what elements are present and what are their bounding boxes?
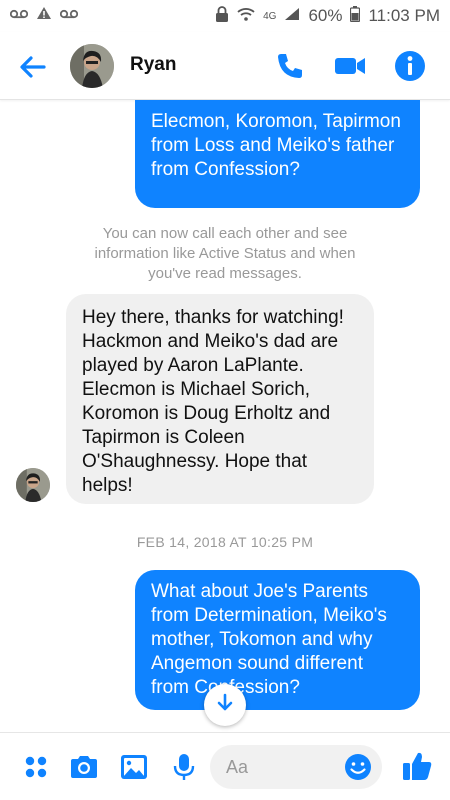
arrow-down-icon [214,692,236,719]
message-input-container[interactable] [210,745,382,789]
battery-level: 60% [308,6,343,25]
camera-icon[interactable] [68,751,100,783]
status-bar: 4G 60% 11:03 PM [0,0,450,32]
message-text: Elecmon, Koromon, Tapirmon from Loss and… [151,111,401,180]
outgoing-message-bubble[interactable]: What about Joe's Parents from Determinat… [135,570,420,710]
microphone-icon[interactable] [168,751,200,783]
status-bar-system: 4G 60% 11:03 PM [215,6,440,26]
battery-icon [350,6,361,26]
image-icon[interactable] [118,751,150,783]
contact-name[interactable]: Ryan [130,54,176,76]
signal-icon [284,7,300,25]
voicemail-icon [59,6,79,24]
message-timestamp: FEB 14, 2018 AT 10:25 PM [136,534,314,550]
info-icon[interactable] [392,48,428,84]
network-type: 4G [263,10,277,22]
video-camera-icon[interactable] [332,48,368,84]
emoji-icon[interactable] [342,751,374,788]
wifi-icon [237,7,255,25]
more-apps-icon[interactable] [20,751,52,783]
message-input[interactable] [226,755,336,779]
incoming-message-bubble[interactable]: Hey there, thanks for watching! Hackmon … [66,294,374,504]
conversation-header: Ryan [0,32,450,100]
phone-icon[interactable] [272,48,308,84]
status-bar-notifications [9,6,79,24]
warning-icon [36,6,52,24]
message-text: Hey there, thanks for watching! Hackmon … [82,307,344,496]
avatar[interactable] [70,44,114,88]
message-composer [0,732,450,800]
message-text: What about Joe's Parents from Determinat… [151,581,387,698]
back-arrow-icon[interactable] [16,50,50,84]
message-thread[interactable]: Elecmon, Koromon, Tapirmon from Loss and… [0,100,450,732]
system-notice: You can now call each other and see info… [94,225,356,282]
sender-avatar [16,468,50,502]
lock-icon [215,6,229,26]
scroll-to-bottom-button[interactable] [204,684,246,726]
outgoing-message-bubble[interactable]: Elecmon, Koromon, Tapirmon from Loss and… [135,100,420,208]
thumbs-up-icon[interactable] [400,749,432,781]
voicemail-icon [9,6,29,24]
clock: 11:03 PM [368,6,440,25]
